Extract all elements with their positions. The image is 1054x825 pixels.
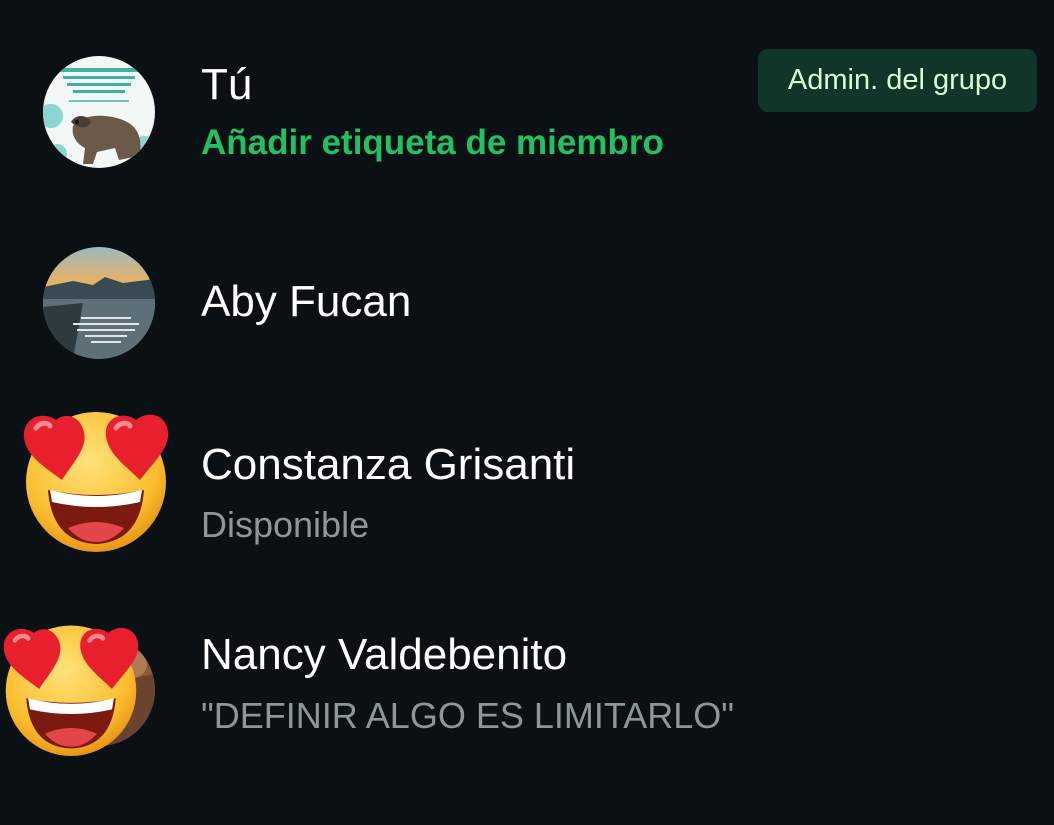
participant-name: Constanza Grisanti (201, 440, 576, 489)
avatar[interactable] (43, 56, 155, 168)
participant-row-nancy-valdebenito[interactable]: Nancy Valdebenito "DEFINIR ALGO ES LIMIT… (0, 590, 1054, 790)
participant-name: Nancy Valdebenito (201, 630, 568, 679)
participant-name: Aby Fucan (201, 277, 412, 326)
participant-row-aby-fucan[interactable]: Aby Fucan (0, 200, 1054, 390)
participants-list: Tú Añadir etiqueta de miembro Admin. del… (0, 0, 1054, 825)
participant-status: "DEFINIR ALGO ES LIMITARLO" (201, 695, 735, 736)
heart-eyes-emoji-icon[interactable] (22, 404, 170, 552)
participant-name: Tú (201, 60, 253, 109)
profile-photo-icon (43, 247, 155, 359)
participant-row-you[interactable]: Tú Añadir etiqueta de miembro Admin. del… (0, 0, 1054, 200)
participant-row-constanza-grisanti[interactable]: Constanza Grisanti Disponible (0, 390, 1054, 590)
add-member-tag-link[interactable]: Añadir etiqueta de miembro (201, 121, 664, 165)
participant-status: Disponible (201, 504, 370, 545)
heart-eyes-emoji-icon[interactable] (2, 618, 140, 756)
profile-photo-icon (43, 56, 155, 168)
avatar[interactable] (43, 247, 155, 359)
admin-badge: Admin. del grupo (758, 49, 1037, 112)
